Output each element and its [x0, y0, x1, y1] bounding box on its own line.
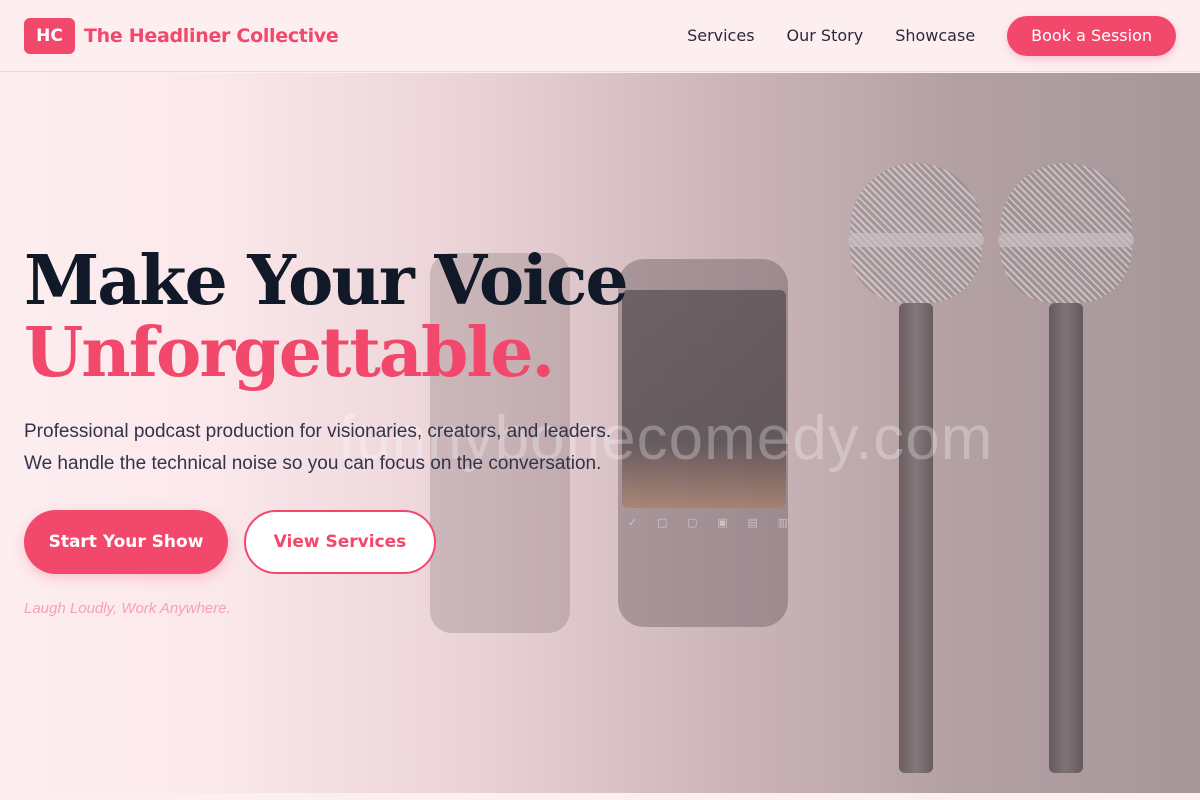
phone-toolbar-icons: ✓ □ ▢ ▣ ▤ ▥: [628, 512, 788, 532]
hero-tagline: Laugh Loudly, Work Anywhere.: [24, 600, 231, 617]
square-icon: ▢: [687, 515, 698, 529]
check-icon: ✓: [628, 515, 638, 529]
nav-link-showcase[interactable]: Showcase: [895, 26, 975, 45]
nav-link-our-story[interactable]: Our Story: [787, 26, 864, 45]
brand-name[interactable]: The Headliner Collective: [84, 25, 339, 47]
nav-link-services[interactable]: Services: [687, 26, 754, 45]
square-icon: ▣: [717, 515, 728, 529]
logo-badge[interactable]: HC: [24, 17, 75, 54]
microphone-body-right: [1049, 303, 1083, 773]
view-services-button[interactable]: View Services: [244, 510, 436, 574]
square-icon: ▤: [747, 515, 758, 529]
subtext-line-2: We handle the technical noise so you can…: [24, 453, 602, 474]
microphone-body-left: [899, 303, 933, 773]
page-bottom-strip: [0, 793, 1200, 800]
headline-line-1: Make Your Voice: [24, 241, 629, 321]
hero-headline: Make Your Voice Unforgettable.: [24, 245, 629, 393]
square-icon: ▥: [777, 515, 788, 529]
microphone-band-left: [848, 233, 984, 247]
site-header: HC The Headliner Collective Services Our…: [0, 0, 1200, 72]
microphone-band-right: [998, 233, 1134, 247]
square-icon: □: [656, 515, 668, 529]
headline-line-2: Unforgettable.: [24, 313, 555, 393]
book-session-button[interactable]: Book a Session: [1007, 15, 1176, 56]
subtext-line-1: Professional podcast production for visi…: [24, 421, 612, 442]
hero-subtext: Professional podcast production for visi…: [24, 416, 744, 480]
start-your-show-button[interactable]: Start Your Show: [24, 510, 228, 574]
main-nav: Services Our Story Showcase Book a Sessi…: [687, 15, 1176, 56]
